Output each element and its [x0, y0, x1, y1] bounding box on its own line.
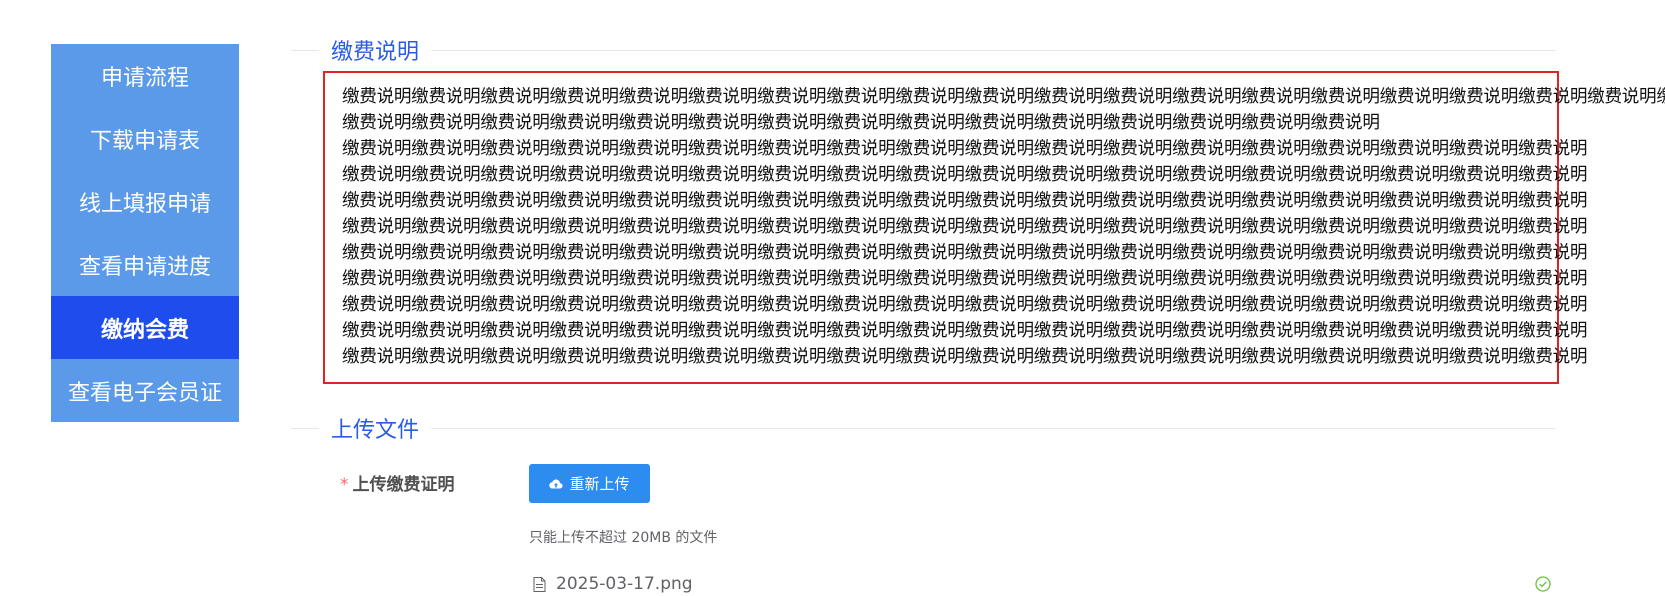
upload-tip: 只能上传不超过 20MB 的文件 [529, 530, 718, 546]
cloud-upload-icon [549, 478, 564, 489]
description-line: 缴费说明缴费说明缴费说明缴费说明缴费说明缴费说明缴费说明缴费说明缴费说明缴费说明… [342, 191, 1588, 211]
divider-line [291, 427, 319, 429]
uploaded-file-item[interactable]: 2025-03-17.png [533, 572, 1551, 596]
reupload-button-label: 重新上传 [569, 475, 630, 493]
description-line: 缴费说明缴费说明缴费说明缴费说明缴费说明缴费说明缴费说明缴费说明缴费说明缴费说明… [342, 87, 1665, 107]
upload-proof-label: * 上传缴费证明 [340, 470, 455, 495]
description-line: 缴费说明缴费说明缴费说明缴费说明缴费说明缴费说明缴费说明缴费说明缴费说明缴费说明… [342, 217, 1588, 237]
sidebar-nav: 申请流程 下载申请表 线上填报申请 查看申请进度 缴纳会费 查看电子会员证 [51, 44, 239, 422]
sidebar-item-online-application[interactable]: 线上填报申请 [51, 170, 239, 233]
uploaded-file-name[interactable]: 2025-03-17.png [556, 574, 693, 594]
reupload-button[interactable]: 重新上传 [529, 464, 650, 503]
fee-description-box: 缴费说明缴费说明缴费说明缴费说明缴费说明缴费说明缴费说明缴费说明缴费说明缴费说明… [323, 71, 1665, 384]
description-line: 缴费说明缴费说明缴费说明缴费说明缴费说明缴费说明缴费说明缴费说明缴费说明缴费说明… [342, 139, 1588, 159]
sidebar-item-e-member-card[interactable]: 查看电子会员证 [51, 359, 239, 422]
description-line: 缴费说明缴费说明缴费说明缴费说明缴费说明缴费说明缴费说明缴费说明缴费说明缴费说明… [342, 165, 1588, 185]
required-asterisk: * [340, 475, 349, 495]
fee-description-divider: 缴费说明 [291, 37, 1556, 65]
divider-line [431, 427, 1556, 429]
description-line: 缴费说明缴费说明缴费说明缴费说明缴费说明缴费说明缴费说明缴费说明缴费说明缴费说明… [342, 269, 1588, 289]
upload-proof-label-text: 上传缴费证明 [352, 475, 455, 495]
fee-description-title: 缴费说明 [331, 40, 420, 65]
document-icon [533, 576, 546, 592]
divider-line [291, 49, 319, 51]
sidebar-item-application-progress[interactable]: 查看申请进度 [51, 233, 239, 296]
description-line: 缴费说明缴费说明缴费说明缴费说明缴费说明缴费说明缴费说明缴费说明缴费说明缴费说明… [342, 347, 1588, 367]
sidebar-item-download-form[interactable]: 下载申请表 [51, 107, 239, 170]
divider-line [431, 49, 1556, 51]
sidebar-item-apply-process[interactable]: 申请流程 [51, 44, 239, 107]
success-check-icon [1535, 576, 1551, 592]
description-line: 缴费说明缴费说明缴费说明缴费说明缴费说明缴费说明缴费说明缴费说明缴费说明缴费说明… [342, 321, 1588, 341]
upload-section-title: 上传文件 [331, 418, 420, 443]
description-line: 缴费说明缴费说明缴费说明缴费说明缴费说明缴费说明缴费说明缴费说明缴费说明缴费说明… [342, 295, 1588, 315]
sidebar-item-pay-fees[interactable]: 缴纳会费 [51, 296, 239, 359]
description-line: 缴费说明缴费说明缴费说明缴费说明缴费说明缴费说明缴费说明缴费说明缴费说明缴费说明… [342, 243, 1588, 263]
upload-divider: 上传文件 [291, 415, 1556, 443]
description-line: 缴费说明缴费说明缴费说明缴费说明缴费说明缴费说明缴费说明缴费说明缴费说明缴费说明… [342, 113, 1380, 133]
